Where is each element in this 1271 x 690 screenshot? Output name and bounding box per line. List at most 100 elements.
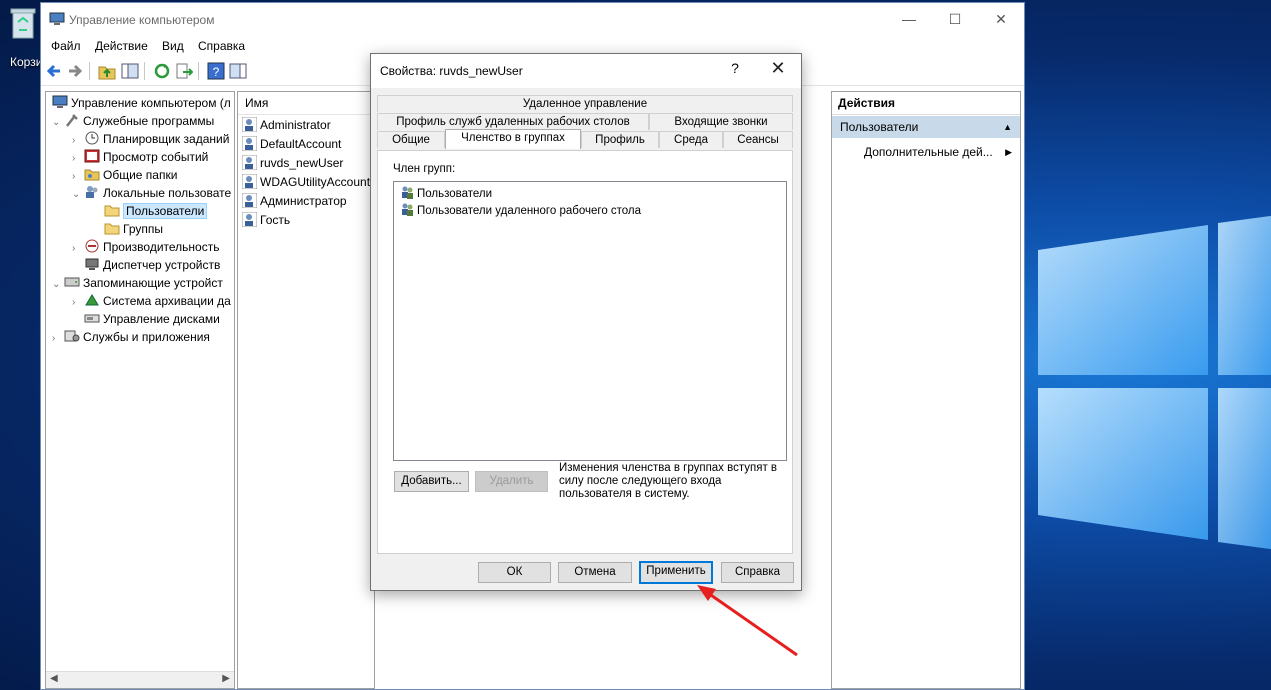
actions-section-users[interactable]: Пользователи ▲ [832,116,1020,138]
list-item[interactable]: Гость [242,211,290,230]
performance-icon [85,239,99,253]
disk-icon [84,314,100,323]
shared-folder-icon [84,169,100,181]
actions-section-label: Пользователи [840,120,919,134]
tree-item-shared-folders[interactable]: › Общие папки [72,166,177,184]
list-item[interactable]: Administrator [242,116,331,135]
tree-item-system-tools[interactable]: ⌄ Служебные программы [52,112,214,130]
tab-sessions[interactable]: Сеансы [723,131,793,148]
ok-button[interactable]: ОК [478,562,551,583]
users-icon [86,186,98,198]
tab-general[interactable]: Общие [377,131,445,148]
group-icon [402,186,413,199]
show-hide-tree-icon[interactable] [121,62,139,80]
tab-row-2: Профиль служб удаленных рабочих столов В… [377,113,793,130]
dialog-close-icon[interactable]: ✕ [763,58,793,79]
services-icon [64,330,80,342]
users-list: Имя Administrator DefaultAccount ruvds_n… [237,91,375,689]
tab-dial-in[interactable]: Входящие звонки [649,113,793,130]
scroll-left-icon[interactable]: ◀ [50,673,58,684]
list-item[interactable]: DefaultAccount [242,135,341,154]
tree-item-computer-management[interactable]: Управление компьютером (л [52,94,231,112]
computer-management-icon [49,12,65,25]
folder-icon [104,223,120,235]
tab-rds-profile[interactable]: Профиль служб удаленных рабочих столов [377,113,649,130]
close-button[interactable]: ✕ [978,3,1024,35]
up-folder-icon[interactable] [98,62,116,80]
export-list-icon[interactable] [175,62,193,80]
tab-row-1: Удаленное управление [377,95,793,112]
tree-item-task-scheduler[interactable]: › Планировщик заданий [72,130,229,148]
remove-group-button[interactable]: Удалить [475,471,548,492]
group-icon [402,203,413,216]
list-item[interactable]: ruvds_newUser [242,154,343,173]
windows-logo [1038,215,1271,550]
dialog-help-icon[interactable]: ? [723,60,747,76]
scroll-right-icon[interactable]: ▶ [222,673,230,684]
menu-help[interactable]: Справка [198,39,245,53]
tab-profile[interactable]: Профиль [581,131,659,148]
more-actions-item[interactable]: Дополнительные дей... ▶ [864,142,1020,162]
user-properties-dialog: Свойства: ruvds_newUser ? ✕ Удаленное уп… [370,53,802,591]
tree-item-backup[interactable]: › Система архивации да [72,292,231,310]
storage-icon [64,277,80,287]
user-icon [242,174,257,189]
tree-item-disk-management[interactable]: Управление дисками [84,310,220,328]
chevron-right-icon[interactable]: › [52,330,64,348]
list-item[interactable]: Администратор [242,192,347,211]
tree-item-event-viewer[interactable]: › Просмотр событий [72,148,208,166]
add-group-button[interactable]: Добавить... [394,471,469,492]
folder-icon [104,205,120,217]
member-of-label: Член групп: [393,163,456,175]
column-header-name[interactable]: Имя [238,92,374,115]
tree-item-users[interactable]: Пользователи [104,202,208,220]
user-icon [242,136,257,151]
actions-header: Действия [832,92,1020,115]
chevron-right-icon[interactable]: › [72,240,84,258]
tree-item-local-users-groups[interactable]: ⌄ Локальные пользовате [72,184,231,202]
refresh-icon[interactable] [153,62,171,80]
tree-item-storage[interactable]: ⌄ Запоминающие устройст [52,274,223,292]
chevron-down-icon[interactable]: ⌄ [52,114,64,132]
list-item[interactable]: WDAGUtilityAccount [242,173,370,192]
chevron-right-icon[interactable]: › [72,294,84,312]
more-actions-label: Дополнительные дей... [864,145,993,159]
help-button[interactable]: Справка [721,562,794,583]
chevron-down-icon[interactable]: ⌄ [72,186,84,204]
tree-item-performance[interactable]: › Производительность [72,238,219,256]
user-icon [242,117,257,132]
menu-view[interactable]: Вид [162,39,184,53]
cancel-button[interactable]: Отмена [558,562,632,583]
maximize-button[interactable]: ☐ [932,3,978,35]
device-manager-icon [85,258,99,270]
title-bar: Управление компьютером — ☐ ✕ [41,3,1024,35]
apply-button[interactable]: Применить [639,561,713,584]
clock-icon [85,131,99,145]
groups-listbox[interactable]: Пользователи Пользователи удаленного раб… [393,181,787,461]
dialog-title-bar: Свойства: ruvds_newUser ? ✕ [371,54,801,88]
help-icon[interactable]: ? [207,62,225,80]
menu-file[interactable]: Файл [51,39,81,53]
tree-item-groups[interactable]: Группы [104,220,163,238]
member-of-panel: Член групп: Пользователи Пользователи уд… [377,150,793,554]
tree-horizontal-scrollbar[interactable]: ◀ ▶ [46,671,234,688]
svg-text:?: ? [213,65,220,79]
tree-item-services-apps[interactable]: › Службы и приложения [52,328,210,346]
minimize-button[interactable]: — [886,3,932,35]
tab-environment[interactable]: Среда [659,131,723,148]
toolbar-separator [198,62,199,80]
properties-pane-icon[interactable] [229,62,247,80]
tab-member-of[interactable]: Членство в группах [445,129,581,149]
user-icon [242,212,257,227]
recycle-bin[interactable]: Корзи [0,0,42,75]
chevron-down-icon[interactable]: ⌄ [52,276,64,294]
list-item[interactable]: Пользователи удаленного рабочего стола [400,202,641,219]
forward-arrow-icon[interactable] [66,62,84,80]
tree-item-device-manager[interactable]: Диспетчер устройств [84,256,220,274]
collapse-up-icon[interactable]: ▲ [1003,116,1012,138]
tab-remote-control[interactable]: Удаленное управление [377,95,793,112]
back-arrow-icon[interactable] [45,62,63,80]
list-item[interactable]: Пользователи [400,185,492,202]
user-icon [242,193,257,208]
menu-action[interactable]: Действие [95,39,148,53]
